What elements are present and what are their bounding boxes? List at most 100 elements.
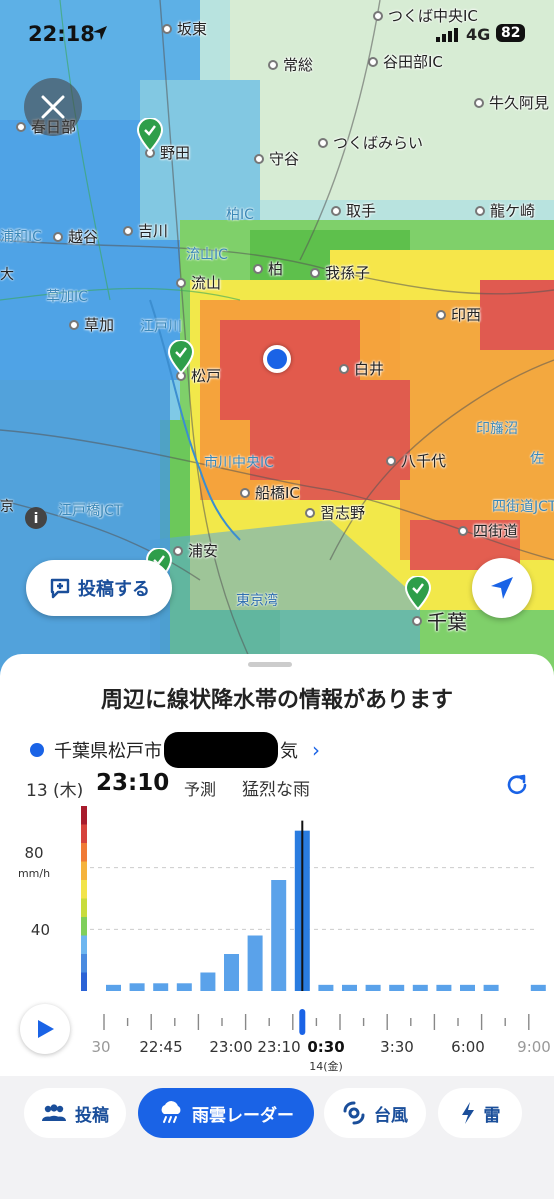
bar[interactable] <box>436 984 452 991</box>
timeline-sublabel: 14(金) <box>309 1060 343 1073</box>
map-pin-icon[interactable] <box>137 118 163 152</box>
sheet-drag-handle[interactable] <box>248 662 292 667</box>
place-dot-icon <box>69 319 79 330</box>
rain-radar-map[interactable]: 22:18 4G 82 坂東 常総 つくば中央IC 谷田部IC 牛久阿見 春日部… <box>0 0 554 680</box>
bar[interactable] <box>342 984 357 991</box>
rain-intensity-label: 猛烈な雨 <box>242 780 310 800</box>
place-dot-icon <box>173 545 183 556</box>
lake-label: 印旛沼 <box>476 421 518 437</box>
place-label: 我孫子 <box>310 262 370 283</box>
place-dot-icon <box>412 615 422 626</box>
bar[interactable] <box>412 984 428 991</box>
timeline-label: 0:30 <box>307 1038 345 1056</box>
place-label: 大 <box>0 267 14 283</box>
status-time: 22:18 <box>28 22 95 46</box>
place-dot-icon <box>331 205 341 216</box>
bar-series <box>106 820 546 992</box>
timeline-label: 9:00 <box>517 1038 551 1056</box>
timeline-label: 3:30 <box>380 1038 414 1056</box>
place-label: 柏 <box>253 258 283 279</box>
bar[interactable] <box>483 984 499 991</box>
chart-gridlines <box>90 867 534 930</box>
y-axis-unit: mm/h <box>18 867 50 880</box>
bar[interactable] <box>530 984 546 991</box>
place-dot-icon <box>458 525 468 536</box>
location-dot-icon <box>30 743 44 757</box>
place-label: 京 <box>0 499 14 515</box>
bottom-tab-bar: 投稿 雨雲レーダー 台風 雷 <box>0 1076 554 1199</box>
place-dot-icon <box>253 263 263 274</box>
forecast-time: 23:10 <box>96 770 170 796</box>
cellular-signal-icon <box>436 28 458 42</box>
typhoon-icon <box>343 1101 365 1125</box>
bar[interactable] <box>153 983 169 991</box>
tab-post[interactable]: 投稿 <box>24 1088 126 1138</box>
timeline-scrubber[interactable] <box>299 1009 306 1035</box>
road-label: 四街道JCT <box>492 499 554 515</box>
network-type: 4G <box>466 25 491 44</box>
place-label: 習志野 <box>305 502 365 523</box>
people-icon <box>42 1104 66 1121</box>
bay-label: 東京湾 <box>236 593 278 609</box>
forecast-time-row: 13 (木) 23:10 予測 猛烈な雨 <box>26 770 536 802</box>
bottom-sheet: 周辺に線状降水帯の情報があります 千葉県松戸市 気 › 13 (木) 23:10… <box>0 654 554 1199</box>
bar[interactable] <box>318 984 334 991</box>
location-selector[interactable]: 千葉県松戸市 気 › <box>30 732 320 768</box>
place-label: 越谷 <box>53 226 98 247</box>
place-label: 谷田部IC <box>368 51 443 72</box>
road-label: 江戸橋JCT <box>58 503 123 519</box>
bar[interactable] <box>200 972 216 992</box>
color-scale-segment <box>81 880 87 899</box>
bar[interactable] <box>106 984 121 991</box>
play-icon <box>38 1020 54 1038</box>
place-dot-icon <box>436 309 446 320</box>
bar[interactable] <box>460 984 475 991</box>
road-label: 流山IC <box>186 247 228 263</box>
color-scale-segment <box>81 954 87 973</box>
bar[interactable] <box>389 984 405 991</box>
place-label: 船橋IC <box>240 482 300 503</box>
locate-me-button[interactable] <box>472 558 532 618</box>
place-dot-icon <box>254 153 264 164</box>
place-dot-icon <box>339 363 349 374</box>
timeline-axis[interactable] <box>103 1009 530 1035</box>
tab-thunder[interactable]: 雷 <box>438 1088 522 1138</box>
color-scale-segment <box>81 843 87 862</box>
tab-typhoon[interactable]: 台風 <box>324 1088 426 1138</box>
bar[interactable] <box>224 954 239 991</box>
bar[interactable] <box>271 880 287 991</box>
timeline-label: 23:10 <box>257 1038 301 1056</box>
post-report-button[interactable]: 投稿する <box>26 560 172 616</box>
close-icon <box>41 95 65 119</box>
color-scale-segment <box>81 898 87 917</box>
close-button[interactable] <box>24 78 82 136</box>
map-pin-icon[interactable] <box>168 340 194 374</box>
place-dot-icon <box>368 56 378 67</box>
add-post-icon <box>50 578 70 599</box>
bar[interactable] <box>129 983 145 991</box>
timeline-label: 6:00 <box>451 1038 485 1056</box>
road-label: 草加IC <box>46 289 88 305</box>
color-scale-segment <box>81 824 87 843</box>
play-button[interactable] <box>20 1004 70 1054</box>
alert-headline[interactable]: 周辺に線状降水帯の情報があります <box>0 682 554 714</box>
bar[interactable] <box>176 983 192 991</box>
place-label: 常総 <box>268 54 313 75</box>
timeline-label: 30 <box>91 1038 111 1056</box>
tab-rain-radar[interactable]: 雨雲レーダー <box>138 1088 314 1138</box>
location-suffix: 気 <box>280 741 298 762</box>
place-label: 守谷 <box>254 148 299 169</box>
place-label: 白井 <box>339 358 384 379</box>
river-label: 江戸川 <box>140 319 182 335</box>
road-label: 市川中央IC <box>204 455 274 471</box>
place-label: 印西 <box>436 304 481 325</box>
map-pin-icon[interactable] <box>405 576 431 610</box>
bar[interactable] <box>365 984 381 991</box>
bar[interactable] <box>247 935 263 992</box>
info-icon[interactable]: i <box>24 506 48 530</box>
battery-level: 82 <box>496 24 526 42</box>
rainfall-chart[interactable]: 80 mm/h 40 <box>0 804 554 1064</box>
refresh-icon[interactable] <box>504 772 530 798</box>
y-tick-label: 80 <box>24 844 43 862</box>
navigation-arrow-icon <box>491 577 513 599</box>
